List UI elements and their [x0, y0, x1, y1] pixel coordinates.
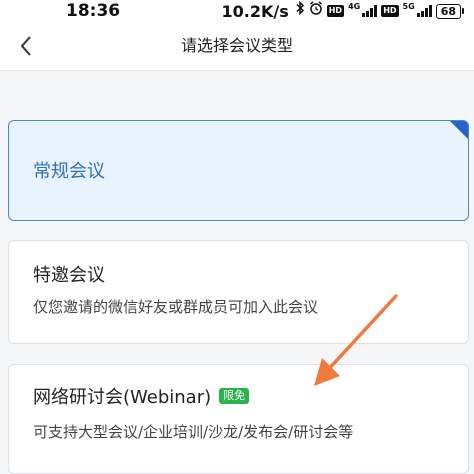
meeting-type-invited[interactable]: 特邀会议 仅您邀请的微信好友或群成员可加入此会议: [8, 240, 469, 344]
signal-icon-2: [416, 5, 432, 17]
option-title: 特邀会议: [33, 265, 105, 286]
alarm-icon: [309, 1, 323, 21]
hd-badge-2: HD: [381, 5, 399, 17]
option-title: 网络研讨会(Webinar): [33, 387, 212, 408]
network-speed: 10.2K/s: [221, 1, 289, 21]
bluetooth-icon: [295, 0, 305, 21]
meeting-type-webinar[interactable]: 网络研讨会(Webinar) 限免 可支持大型会议/企业培训/沙龙/发布会/研讨…: [8, 364, 469, 474]
network-type-1: 4G: [348, 1, 361, 11]
option-description: 仅您邀请的微信好友或群成员可加入此会议: [33, 298, 319, 316]
option-title-row: 网络研讨会(Webinar) 限免: [33, 383, 250, 409]
status-icons: 10.2K/s HD 4G HD 5G 68: [221, 0, 464, 21]
nav-header: 请选择会议类型: [0, 22, 474, 71]
page-title: 请选择会议类型: [180, 36, 293, 55]
option-title: 常规会议: [33, 161, 105, 182]
option-description: 可支持大型会议/企业培训/沙龙/发布会/研讨会等: [33, 423, 354, 441]
network-type-2: 5G: [402, 1, 415, 11]
battery-icon: 68: [435, 3, 464, 19]
meeting-type-regular[interactable]: 常规会议: [8, 120, 469, 221]
signal-icon-1: [362, 5, 378, 17]
status-time: 18:36: [66, 1, 121, 21]
battery-level: 68: [435, 3, 461, 19]
free-badge: 限免: [219, 388, 250, 404]
status-bar: 18:36 10.2K/s HD 4G HD 5G 68: [0, 0, 474, 22]
selected-corner-icon: [449, 121, 468, 140]
hd-badge-1: HD: [326, 5, 345, 17]
